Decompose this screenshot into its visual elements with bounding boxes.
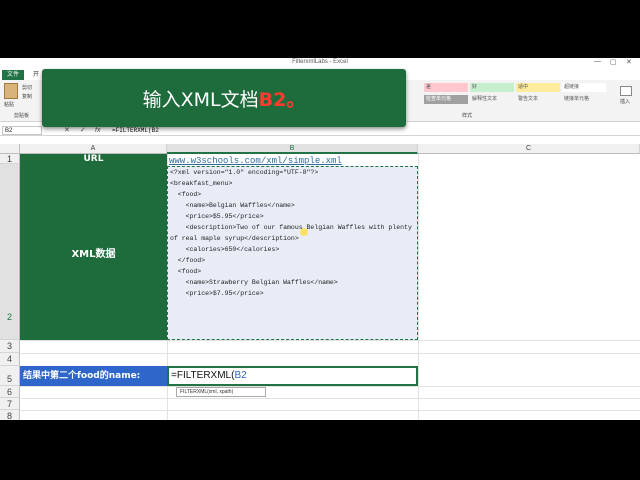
insert-icon[interactable] [620, 86, 632, 96]
cell-a1[interactable]: URL [20, 154, 167, 164]
xml-line: <food> [170, 268, 202, 275]
gridline [418, 154, 419, 420]
banner-message: 输入XML文档 [142, 88, 259, 111]
b5-reference-text: B2 [234, 370, 247, 381]
row-header-6[interactable]: 6 [0, 386, 20, 398]
enter-icon[interactable]: ✓ [80, 126, 86, 135]
gridline [20, 398, 640, 399]
style-good[interactable]: 好 [470, 83, 514, 92]
xml-line: <description>Two of our famous Belgian W… [170, 224, 412, 231]
paste-icon[interactable] [4, 83, 18, 99]
banner-highlight: B2。 [258, 88, 306, 111]
gridline [20, 386, 640, 387]
row-header-8[interactable]: 8 [0, 410, 20, 420]
insert-label[interactable]: 插入 [620, 98, 630, 105]
column-header-b[interactable]: B [167, 144, 418, 154]
xml-line: <calories>650</calories> [170, 246, 280, 253]
xml-line: <price>$5.95</price> [170, 213, 264, 220]
style-linked-cell[interactable]: 链接单元格 [562, 95, 606, 104]
column-header-c[interactable]: C [418, 144, 640, 154]
row-header-5[interactable]: 5 [0, 366, 20, 386]
cut-button[interactable]: 剪切 [22, 84, 32, 91]
tab-file[interactable]: 文件 [2, 70, 24, 80]
row-header-7[interactable]: 7 [0, 398, 20, 410]
formula-input[interactable]: =FILTERXML(B2 [112, 126, 159, 135]
window-title: FilterxmlLabs - Excel [292, 59, 348, 65]
row-header-1[interactable]: 1 [0, 154, 20, 164]
xml-line: <food> [170, 191, 202, 198]
letterbox-bottom [0, 420, 640, 480]
style-check-cell[interactable]: 检查单元格 [424, 95, 468, 104]
cursor-highlight-icon [300, 228, 308, 236]
function-tooltip[interactable]: FILTERXML(xml, xpath) [176, 387, 266, 397]
gridline [20, 410, 640, 411]
style-hyperlink[interactable]: 超链接 [562, 83, 606, 92]
row-header-2[interactable]: 2 [0, 164, 20, 340]
xml-line: </food> [170, 257, 206, 264]
xml-line: <?xml version="1.0" encoding="UTF-8"?> [170, 169, 319, 176]
gridline [20, 353, 640, 354]
style-bad[interactable]: 差 [424, 83, 468, 92]
minimize-button[interactable]: — [594, 58, 601, 65]
style-explanatory[interactable]: 解释性文本 [470, 95, 514, 104]
excel-window: FilterxmlLabs - Excel — ▢ ✕ 文件 开始 粘贴 剪切 … [0, 58, 640, 420]
cell-a2[interactable]: XML数据 [20, 164, 167, 340]
fx-icon[interactable]: fx [95, 126, 100, 135]
copy-button[interactable]: 复制 [22, 93, 32, 100]
instruction-banner: 输入XML文档 B2。 [42, 69, 406, 127]
clipboard-group-label: 剪贴板 [14, 113, 30, 119]
xml-line: of real maple syrup</description> [170, 235, 299, 242]
paste-label[interactable]: 粘贴 [4, 101, 14, 108]
xml-line: <name>Belgian Waffles</name> [170, 202, 295, 209]
style-warning[interactable]: 警告文本 [516, 95, 560, 104]
cell-b5-editing[interactable]: =FILTERXML(B2 [167, 366, 418, 386]
cancel-icon[interactable]: ✕ [64, 126, 70, 135]
xml-line: <name>Strawberry Belgian Waffles</name> [170, 279, 338, 286]
restore-button[interactable]: ▢ [610, 58, 617, 66]
close-button[interactable]: ✕ [626, 58, 632, 66]
select-all-corner[interactable] [0, 144, 20, 154]
style-neutral[interactable]: 适中 [516, 83, 560, 92]
worksheet-grid: A B C 1 2 3 4 5 6 7 8 9 10 11 12 URL XML… [0, 144, 640, 420]
b5-function-text: =FILTERXML( [171, 370, 235, 381]
name-box[interactable]: B2 [2, 126, 42, 135]
row-header-4[interactable]: 4 [0, 353, 20, 366]
title-bar: FilterxmlLabs - Excel — ▢ ✕ [0, 58, 640, 68]
xml-line: <breakfast_menu> [170, 180, 233, 187]
cell-a5[interactable]: 结果中第二个food的name: [20, 366, 167, 386]
gridline [20, 340, 640, 341]
row-header-3[interactable]: 3 [0, 340, 20, 353]
cell-b2-xml[interactable]: <?xml version="1.0" encoding="UTF-8"?> <… [167, 166, 418, 340]
cell-b1-link[interactable]: www.w3schools.com/xml/simple.xml [169, 156, 342, 166]
column-header-a[interactable]: A [20, 144, 167, 154]
xml-line: <price>$7.95</price> [170, 290, 264, 297]
styles-group-label: 样式 [462, 113, 473, 119]
